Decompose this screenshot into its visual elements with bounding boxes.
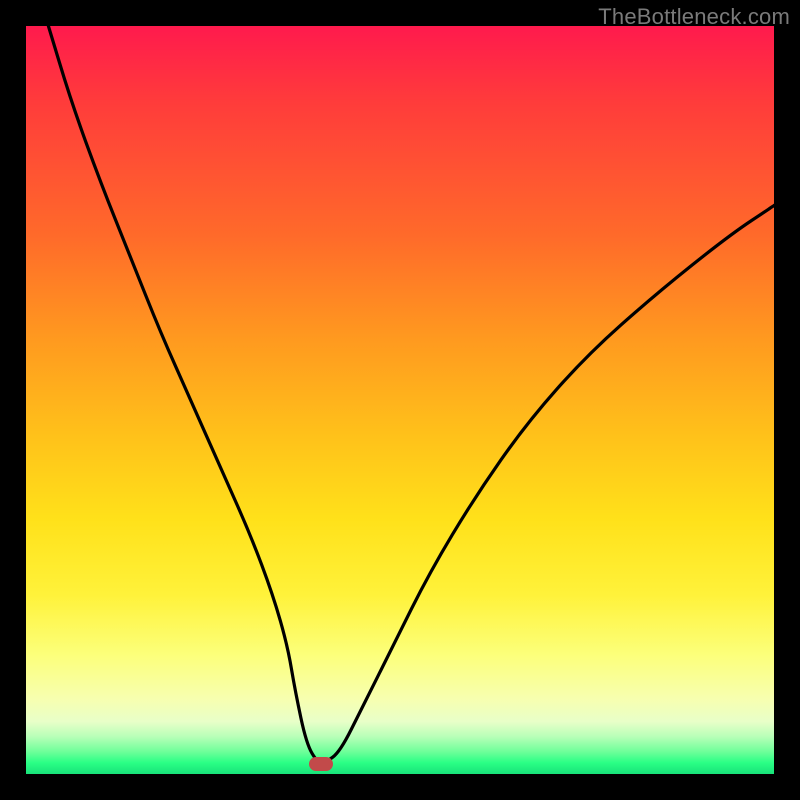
chart-frame: TheBottleneck.com — [0, 0, 800, 800]
plot-area — [26, 26, 774, 774]
minimum-marker — [309, 757, 333, 771]
watermark-text: TheBottleneck.com — [598, 4, 790, 30]
bottleneck-curve — [26, 26, 774, 774]
